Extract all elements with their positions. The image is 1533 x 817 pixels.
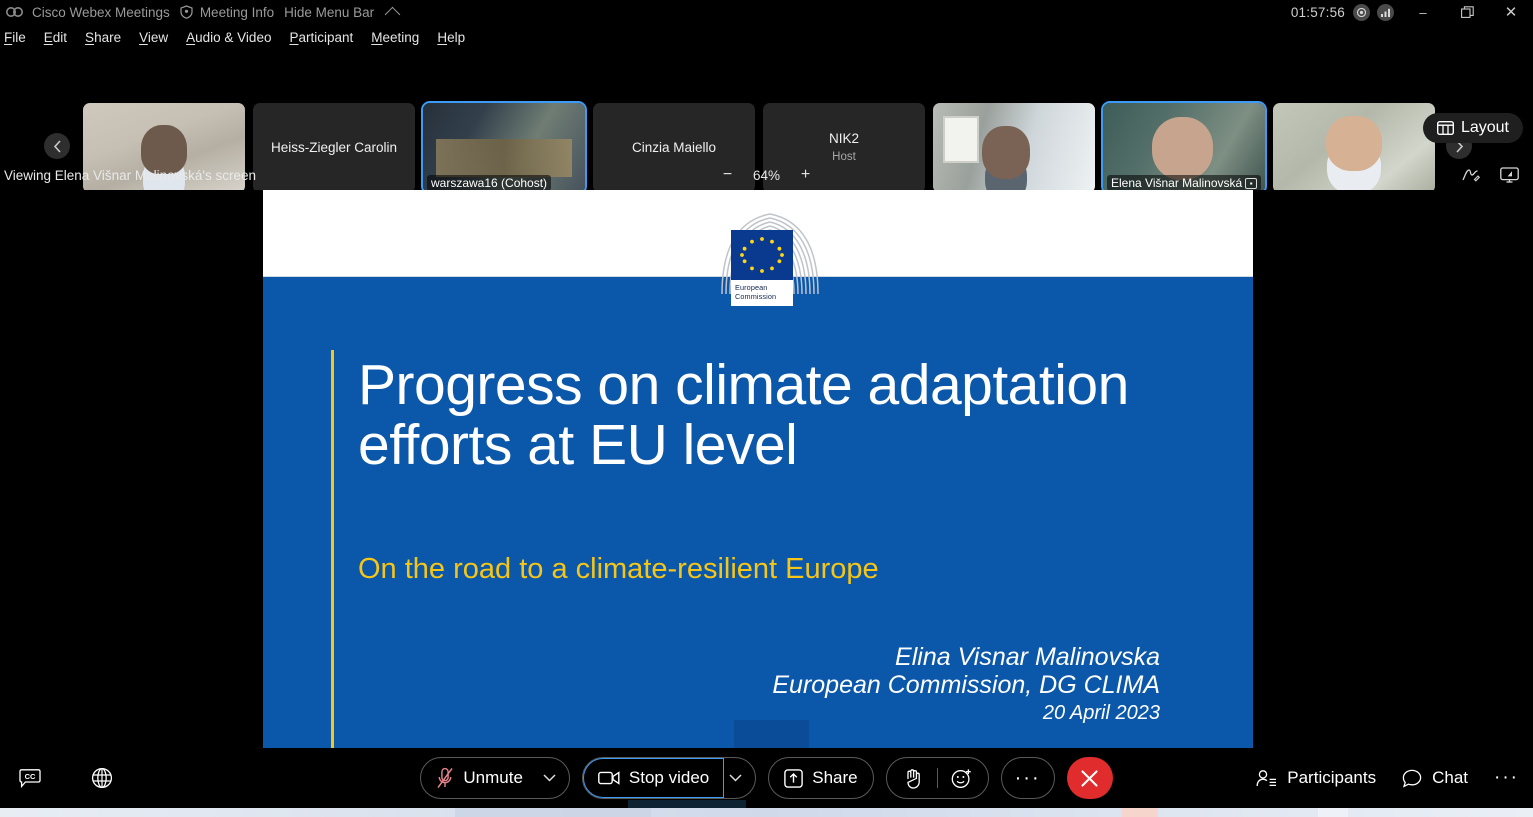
- layout-grid-icon: [1436, 121, 1454, 135]
- app-title: Cisco Webex Meetings: [32, 4, 170, 20]
- meeting-timer: 01:57:56: [1290, 4, 1345, 20]
- zoom-level-value: 64%: [752, 167, 781, 183]
- more-options-icon[interactable]: ···: [1000, 757, 1055, 799]
- chat-button[interactable]: Chat: [1402, 768, 1468, 788]
- slide-hover-region: [734, 720, 809, 748]
- chat-bubble-icon: [1402, 769, 1422, 788]
- menu-item-share[interactable]: Share: [76, 30, 130, 45]
- emoji-smile-icon[interactable]: [944, 760, 980, 796]
- menu-item-help[interactable]: Help: [428, 30, 474, 45]
- unmute-button[interactable]: Unmute: [421, 758, 538, 798]
- menu-bar: File Edit Share View Audio & Video Parti…: [0, 26, 1533, 48]
- close-x-icon: [1080, 769, 1099, 788]
- slide-date: 20 April 2023: [1042, 702, 1160, 724]
- menu-item-view[interactable]: View: [130, 30, 177, 45]
- viewbar-right-controls: [1461, 167, 1519, 183]
- restore-window-icon[interactable]: [1445, 0, 1489, 24]
- slide-accent-bar: [331, 350, 334, 748]
- zoom-out-button[interactable]: −: [720, 166, 736, 184]
- chevron-up-icon: [384, 6, 401, 22]
- slide-subtitle: On the road to a climate-resilient Europ…: [358, 553, 879, 585]
- webex-meeting-window: Cisco Webex Meetings Meeting Info Hide M…: [0, 0, 1533, 817]
- zoom-controls: − 64% +: [0, 166, 1533, 184]
- commission-line-2: Commission: [735, 292, 777, 302]
- hide-menu-bar-label: Hide Menu Bar: [284, 4, 375, 20]
- commission-wordmark: European Commission: [731, 280, 793, 306]
- participants-label: Participants: [1287, 768, 1377, 787]
- close-button[interactable]: ✕: [1489, 0, 1533, 24]
- presentation-slide[interactable]: European Commission Progress on climate …: [263, 190, 1253, 748]
- stop-video-label: Stop video: [628, 768, 710, 787]
- monitor-screen-icon[interactable]: [1500, 167, 1519, 183]
- signal-bars-icon[interactable]: [1377, 3, 1394, 21]
- chat-label: Chat: [1432, 768, 1469, 787]
- participant-filmstrip: Heiss-Ziegler Carolin warszawa16 (Cohost…: [0, 50, 1533, 195]
- background-window-hint: [628, 800, 746, 808]
- video-options-chevron-down-icon[interactable]: [724, 758, 755, 798]
- menu-item-audio-video[interactable]: Audio & Video: [177, 30, 280, 45]
- participants-icon: [1256, 769, 1277, 788]
- desktop-element-b: [1122, 808, 1158, 817]
- reactions-divider: [936, 768, 938, 788]
- shield-icon: [180, 5, 193, 19]
- share-button[interactable]: Share: [768, 757, 874, 799]
- layout-button-label: Layout: [1460, 119, 1509, 136]
- leave-meeting-button[interactable]: [1066, 757, 1113, 799]
- meeting-controls-bar: CC Unmute Stop video Share ··· Participa…: [0, 748, 1533, 808]
- share-screen-icon: [784, 768, 804, 788]
- camera-icon: [598, 770, 620, 786]
- layout-button[interactable]: Layout: [1422, 113, 1523, 143]
- annotate-pen-icon[interactable]: [1461, 167, 1480, 183]
- participant-name: Cinzia Maiello: [631, 139, 717, 155]
- participant-name: NIK2: [828, 131, 859, 147]
- mic-muted-icon: [436, 767, 454, 789]
- commission-line-1: European: [735, 283, 768, 292]
- filmstrip-prev-button[interactable]: [44, 133, 70, 159]
- webex-logo-icon: [6, 5, 24, 19]
- share-button-inner: Share: [769, 758, 872, 798]
- title-bar: Cisco Webex Meetings Meeting Info Hide M…: [0, 0, 1533, 24]
- reactions-group[interactable]: [885, 757, 989, 799]
- raise-hand-icon[interactable]: [895, 760, 931, 796]
- screen-share-viewing-bar: Viewing Elena Višnar Malinovská's screen…: [0, 160, 1533, 190]
- minimize-button[interactable]: –: [1401, 0, 1445, 24]
- more-options-icon-right[interactable]: ···: [1494, 767, 1519, 789]
- slide-author-name: Elina Visnar Malinovska: [895, 643, 1160, 671]
- desktop-element-c: [1318, 808, 1348, 817]
- menu-item-participant[interactable]: Participant: [280, 30, 362, 45]
- menu-item-meeting[interactable]: Meeting: [362, 30, 428, 45]
- slide-title: Progress on climate adaptation efforts a…: [358, 353, 1129, 478]
- zoom-in-button[interactable]: +: [798, 166, 814, 184]
- controls-right-group: Participants Chat ···: [1256, 767, 1519, 789]
- menu-item-edit[interactable]: Edit: [35, 30, 76, 45]
- stop-video-button[interactable]: Stop video: [582, 758, 725, 798]
- hide-menu-bar-button[interactable]: Hide Menu Bar: [284, 4, 401, 22]
- windows-desktop-strip: [0, 808, 1533, 817]
- participant-name: Heiss-Ziegler Carolin: [270, 139, 398, 155]
- video-button-group[interactable]: Stop video: [581, 757, 757, 799]
- mic-options-chevron-down-icon[interactable]: [538, 758, 569, 798]
- unmute-label: Unmute: [463, 768, 523, 787]
- slide-organisation: European Commission, DG CLIMA: [772, 671, 1160, 699]
- meeting-info-button[interactable]: Meeting Info: [180, 5, 274, 20]
- participants-button[interactable]: Participants: [1256, 768, 1376, 788]
- desktop-element-a: [455, 808, 651, 817]
- menu-item-file[interactable]: File: [0, 30, 35, 45]
- meeting-info-label: Meeting Info: [199, 4, 275, 20]
- shared-content-stage: European Commission Progress on climate …: [0, 190, 1533, 748]
- slide-author-block: Elina Visnar Malinovska European Commiss…: [772, 643, 1160, 724]
- european-commission-logo: European Commission: [700, 208, 840, 306]
- eu-stars-graphic: [740, 237, 784, 273]
- record-icon[interactable]: [1353, 3, 1370, 21]
- share-label: Share: [812, 768, 858, 787]
- mute-button-group[interactable]: Unmute: [420, 757, 570, 799]
